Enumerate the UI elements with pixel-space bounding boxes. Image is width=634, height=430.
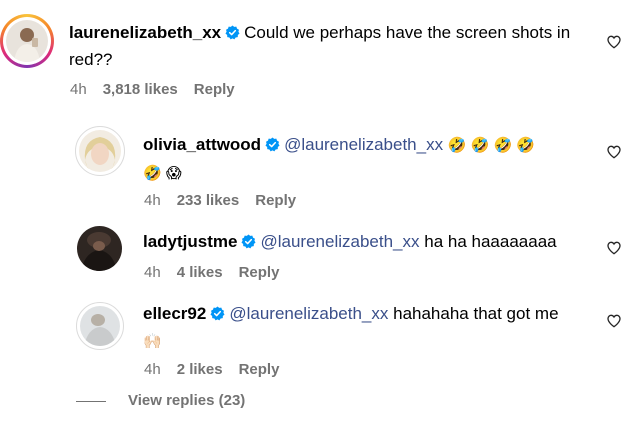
likes-count[interactable]: 3,818 likes [103,81,178,98]
mention-link[interactable]: @laurenelizabeth_xx [229,304,388,323]
reply-ellecr92: ellecr92 @laurenelizabeth_xx hahahaha tha… [0,292,634,386]
avatar-image [6,20,48,62]
verified-badge-icon [265,137,280,152]
avatar-image [77,226,122,271]
username[interactable]: ellecr92 [143,304,206,323]
username[interactable]: olivia_attwood [143,135,261,154]
timestamp: 4h [144,361,161,378]
verified-badge-icon [241,234,257,249]
timestamp: 4h [144,264,161,281]
comment-meta: 4h 233 likes Reply [144,192,312,209]
likes-count[interactable]: 233 likes [177,192,240,209]
username[interactable]: laurenelizabeth_xx [69,23,221,42]
likes-count[interactable]: 2 likes [177,361,223,378]
heart-outline-icon[interactable] [606,144,622,160]
comment-body: laurenelizabeth_xx Could we perhaps have … [69,19,589,73]
verified-badge-icon [210,306,225,321]
username[interactable]: ladytjustme [143,232,237,251]
heart-outline-icon[interactable] [606,240,622,256]
comment-meta: 4h 3,818 likes Reply [70,81,251,98]
comment-meta: 4h 4 likes Reply [144,264,295,281]
emoji-row: 🙌🏻 [143,333,162,350]
likes-count[interactable]: 4 likes [177,264,223,281]
reply-olivia-attwood: olivia_attwood @laurenelizabeth_xx 🤣 🤣 🤣 … [0,112,634,216]
avatar-image [80,306,120,346]
reply-button[interactable]: Reply [255,192,296,209]
comment-body: ellecr92 @laurenelizabeth_xx hahahaha tha… [143,300,593,355]
heart-outline-icon[interactable] [606,313,622,329]
reply-ladytjustme: ladytjustme @laurenelizabeth_xx ha ha haa… [0,218,634,290]
reply-button[interactable]: Reply [194,81,235,98]
view-replies-divider [76,401,106,402]
comment-text: hahahaha that got me [393,304,559,323]
timestamp: 4h [144,192,161,209]
verified-badge-icon [225,25,240,40]
comment-body: ladytjustme @laurenelizabeth_xx ha ha haa… [143,228,583,255]
reply-button[interactable]: Reply [239,361,280,378]
comment-text: ha ha haaaaaaaa [424,232,557,251]
mention-link[interactable]: @laurenelizabeth_xx [260,232,419,251]
emoji-row: 🤣 😱 [143,165,182,182]
view-replies-label[interactable]: View replies (23) [128,392,245,409]
mention-link[interactable]: @laurenelizabeth_xx [284,135,443,154]
avatar[interactable] [77,226,122,271]
reply-button[interactable]: Reply [239,264,280,281]
comment-body: olivia_attwood @laurenelizabeth_xx 🤣 🤣 🤣 … [143,131,583,187]
comment-laurenelizabeth: laurenelizabeth_xx Could we perhaps have … [0,0,634,110]
timestamp: 4h [70,81,87,98]
avatar-image [79,130,121,172]
avatar[interactable] [79,130,121,172]
avatar[interactable] [6,20,48,62]
heart-outline-icon[interactable] [606,34,622,50]
emoji-row: 🤣 🤣 🤣 🤣 [447,137,536,154]
comment-meta: 4h 2 likes Reply [144,361,295,378]
avatar[interactable] [80,306,120,346]
